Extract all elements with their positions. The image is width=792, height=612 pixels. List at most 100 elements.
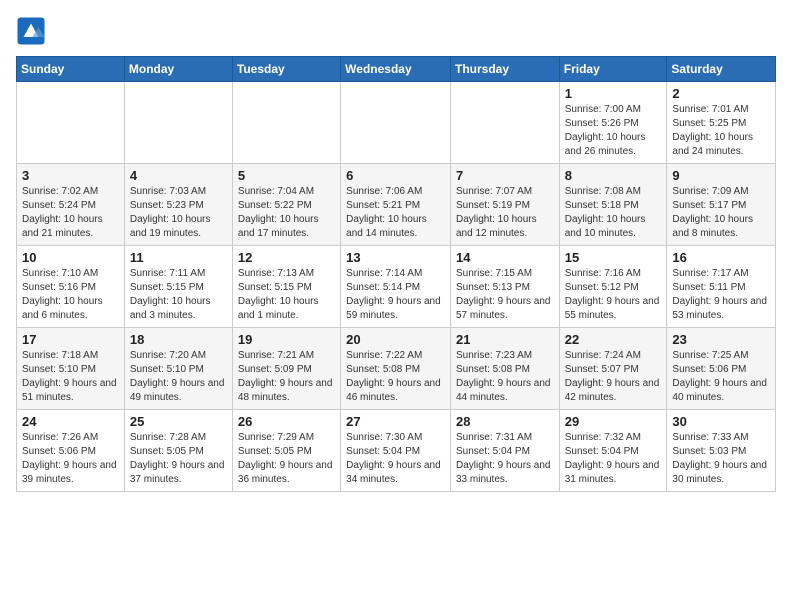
day-info: Sunrise: 7:26 AM Sunset: 5:06 PM Dayligh… (22, 431, 119, 487)
logo (16, 16, 50, 46)
calendar-cell: 4 Sunrise: 7:03 AM Sunset: 5:23 PM Daylig… (124, 164, 232, 246)
calendar-cell: 14 Sunrise: 7:15 AM Sunset: 5:13 PM Dayli… (450, 246, 559, 328)
day-number: 15 (565, 250, 662, 265)
calendar-cell (124, 82, 232, 164)
calendar-cell: 7Sunrise: 7:07 AM Sunset: 5:19 PM Daylig… (450, 164, 559, 246)
week-row-3: 10 Sunrise: 7:10 AM Sunset: 5:16 PM Dayli… (17, 246, 776, 328)
weekday-header-wednesday: Wednesday (341, 57, 451, 82)
day-info: Sunrise: 7:06 AM Sunset: 5:21 PM Dayligh… (346, 185, 445, 241)
day-info: Sunrise: 7:15 AM Sunset: 5:13 PM Dayligh… (456, 267, 554, 323)
weekday-header-friday: Friday (559, 57, 667, 82)
day-info: Sunrise: 7:09 AM Sunset: 5:17 PM Dayligh… (672, 185, 770, 241)
day-number: 14 (456, 250, 554, 265)
day-info: Sunrise: 7:08 AM Sunset: 5:18 PM Dayligh… (565, 185, 662, 241)
day-info: Sunrise: 7:28 AM Sunset: 5:05 PM Dayligh… (130, 431, 227, 487)
calendar-cell: 18Sunrise: 7:20 AM Sunset: 5:10 PM Dayli… (124, 328, 232, 410)
day-number: 16 (672, 250, 770, 265)
calendar-cell (17, 82, 125, 164)
day-number: 13 (346, 250, 445, 265)
calendar-cell: 2 Sunrise: 7:01 AM Sunset: 5:25 PM Daylig… (667, 82, 776, 164)
day-info: Sunrise: 7:07 AM Sunset: 5:19 PM Dayligh… (456, 185, 554, 241)
day-info: Sunrise: 7:03 AM Sunset: 5:23 PM Dayligh… (130, 185, 227, 241)
day-info: Sunrise: 7:00 AM Sunset: 5:26 PM Dayligh… (565, 103, 662, 159)
day-number: 17 (22, 332, 119, 347)
calendar-cell (232, 82, 340, 164)
weekday-header-row: SundayMondayTuesdayWednesdayThursdayFrid… (17, 57, 776, 82)
day-number: 2 (672, 86, 770, 101)
calendar-cell: 11 Sunrise: 7:11 AM Sunset: 5:15 PM Dayli… (124, 246, 232, 328)
calendar-cell: 10 Sunrise: 7:10 AM Sunset: 5:16 PM Dayli… (17, 246, 125, 328)
day-number: 28 (456, 414, 554, 429)
calendar-cell: 16 Sunrise: 7:17 AM Sunset: 5:11 PM Dayli… (667, 246, 776, 328)
calendar-cell: 13Sunrise: 7:14 AM Sunset: 5:14 PM Dayli… (341, 246, 451, 328)
day-info: Sunrise: 7:32 AM Sunset: 5:04 PM Dayligh… (565, 431, 662, 487)
day-info: Sunrise: 7:11 AM Sunset: 5:15 PM Dayligh… (130, 267, 227, 323)
day-number: 12 (238, 250, 335, 265)
calendar-cell: 6 Sunrise: 7:06 AM Sunset: 5:21 PM Daylig… (341, 164, 451, 246)
calendar-cell: 8 Sunrise: 7:08 AM Sunset: 5:18 PM Daylig… (559, 164, 667, 246)
calendar-table: SundayMondayTuesdayWednesdayThursdayFrid… (16, 56, 776, 492)
day-number: 1 (565, 86, 662, 101)
calendar-cell: 3Sunrise: 7:02 AM Sunset: 5:24 PM Daylig… (17, 164, 125, 246)
calendar-cell: 15 Sunrise: 7:16 AM Sunset: 5:12 PM Dayli… (559, 246, 667, 328)
day-number: 10 (22, 250, 119, 265)
day-info: Sunrise: 7:18 AM Sunset: 5:10 PM Dayligh… (22, 349, 119, 405)
calendar-cell: 27 Sunrise: 7:30 AM Sunset: 5:04 PM Dayli… (341, 410, 451, 492)
day-info: Sunrise: 7:16 AM Sunset: 5:12 PM Dayligh… (565, 267, 662, 323)
calendar-cell (450, 82, 559, 164)
calendar-cell: 25 Sunrise: 7:28 AM Sunset: 5:05 PM Dayli… (124, 410, 232, 492)
calendar-cell: 17 Sunrise: 7:18 AM Sunset: 5:10 PM Dayli… (17, 328, 125, 410)
day-info: Sunrise: 7:23 AM Sunset: 5:08 PM Dayligh… (456, 349, 554, 405)
weekday-header-saturday: Saturday (667, 57, 776, 82)
calendar-cell: 1 Sunrise: 7:00 AM Sunset: 5:26 PM Daylig… (559, 82, 667, 164)
day-number: 19 (238, 332, 335, 347)
calendar-cell: 12Sunrise: 7:13 AM Sunset: 5:15 PM Dayli… (232, 246, 340, 328)
calendar-cell: 23 Sunrise: 7:25 AM Sunset: 5:06 PM Dayli… (667, 328, 776, 410)
weekday-header-sunday: Sunday (17, 57, 125, 82)
calendar-cell: 22 Sunrise: 7:24 AM Sunset: 5:07 PM Dayli… (559, 328, 667, 410)
week-row-2: 3Sunrise: 7:02 AM Sunset: 5:24 PM Daylig… (17, 164, 776, 246)
weekday-header-tuesday: Tuesday (232, 57, 340, 82)
day-info: Sunrise: 7:01 AM Sunset: 5:25 PM Dayligh… (672, 103, 770, 159)
calendar-cell: 21 Sunrise: 7:23 AM Sunset: 5:08 PM Dayli… (450, 328, 559, 410)
day-number: 6 (346, 168, 445, 183)
day-info: Sunrise: 7:25 AM Sunset: 5:06 PM Dayligh… (672, 349, 770, 405)
calendar-cell: 20 Sunrise: 7:22 AM Sunset: 5:08 PM Dayli… (341, 328, 451, 410)
calendar-cell: 30Sunrise: 7:33 AM Sunset: 5:03 PM Dayli… (667, 410, 776, 492)
calendar-cell: 9Sunrise: 7:09 AM Sunset: 5:17 PM Daylig… (667, 164, 776, 246)
day-number: 24 (22, 414, 119, 429)
day-info: Sunrise: 7:30 AM Sunset: 5:04 PM Dayligh… (346, 431, 445, 487)
weekday-header-thursday: Thursday (450, 57, 559, 82)
week-row-1: 1 Sunrise: 7:00 AM Sunset: 5:26 PM Daylig… (17, 82, 776, 164)
day-info: Sunrise: 7:10 AM Sunset: 5:16 PM Dayligh… (22, 267, 119, 323)
day-info: Sunrise: 7:20 AM Sunset: 5:10 PM Dayligh… (130, 349, 227, 405)
day-number: 8 (565, 168, 662, 183)
day-number: 21 (456, 332, 554, 347)
calendar-cell (341, 82, 451, 164)
day-number: 22 (565, 332, 662, 347)
day-info: Sunrise: 7:22 AM Sunset: 5:08 PM Dayligh… (346, 349, 445, 405)
day-number: 26 (238, 414, 335, 429)
day-info: Sunrise: 7:33 AM Sunset: 5:03 PM Dayligh… (672, 431, 770, 487)
day-number: 4 (130, 168, 227, 183)
day-number: 11 (130, 250, 227, 265)
day-number: 23 (672, 332, 770, 347)
logo-icon (16, 16, 46, 46)
day-number: 29 (565, 414, 662, 429)
day-info: Sunrise: 7:21 AM Sunset: 5:09 PM Dayligh… (238, 349, 335, 405)
calendar-cell: 26Sunrise: 7:29 AM Sunset: 5:05 PM Dayli… (232, 410, 340, 492)
calendar-cell: 19 Sunrise: 7:21 AM Sunset: 5:09 PM Dayli… (232, 328, 340, 410)
calendar-cell: 24 Sunrise: 7:26 AM Sunset: 5:06 PM Dayli… (17, 410, 125, 492)
day-info: Sunrise: 7:24 AM Sunset: 5:07 PM Dayligh… (565, 349, 662, 405)
day-number: 25 (130, 414, 227, 429)
day-number: 20 (346, 332, 445, 347)
day-info: Sunrise: 7:02 AM Sunset: 5:24 PM Dayligh… (22, 185, 119, 241)
week-row-4: 17 Sunrise: 7:18 AM Sunset: 5:10 PM Dayli… (17, 328, 776, 410)
header (16, 16, 776, 46)
day-info: Sunrise: 7:17 AM Sunset: 5:11 PM Dayligh… (672, 267, 770, 323)
day-number: 27 (346, 414, 445, 429)
calendar-cell: 29 Sunrise: 7:32 AM Sunset: 5:04 PM Dayli… (559, 410, 667, 492)
day-number: 5 (238, 168, 335, 183)
weekday-header-monday: Monday (124, 57, 232, 82)
calendar-cell: 28Sunrise: 7:31 AM Sunset: 5:04 PM Dayli… (450, 410, 559, 492)
